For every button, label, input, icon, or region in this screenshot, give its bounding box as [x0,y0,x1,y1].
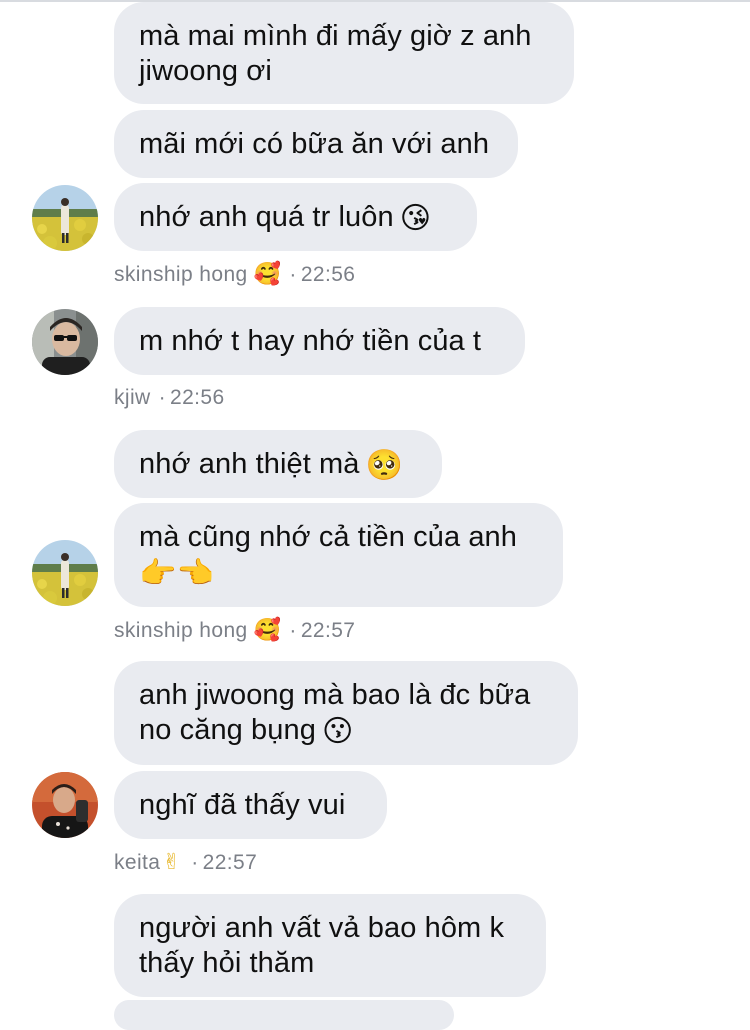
smiling-hearts-emoji-icon: 🥰 [253,262,282,287]
chat-thread[interactable]: mà mai mình đi mấy giờ z anh jiwoong ơi … [0,0,750,1030]
message-text: m nhớ t hay nhớ tiền của t [139,325,482,357]
message-text: mà cũng nhớ cả tiền của anh [139,521,518,553]
meta-separator: · [191,851,199,874]
pointing-fingers-emoji-icon: 👉👈 [139,556,214,591]
sender-name: skinship hong [114,619,248,642]
message-bubble[interactable]: nhớ anh quá tr luôn 😘 [114,183,477,251]
message-bubble[interactable]: mà cũng nhớ cả tiền của anh 👉👈 [114,503,563,607]
meta-separator: · [289,619,297,642]
message-time: 22:57 [300,619,356,642]
message-bubble[interactable]: nghĩ đã thấy vui [114,771,387,839]
message-text: mà mai mình đi mấy giờ z anh jiwoong ơi [139,20,532,87]
message-meta: skinship hong 🥰 · 22:57 [114,618,355,643]
message-bubble[interactable]: nhớ anh thiệt mà 🥺 [114,430,442,498]
message-meta: keita✌ · 22:57 [114,850,257,875]
avatar-photo-flower-field [32,185,98,251]
sender-name: keita [114,851,161,874]
message-bubble[interactable]: anh jiwoong mà bao là đc bữa no căng bụn… [114,661,578,765]
kissing-face-emoji-icon: 😗 [321,714,354,749]
avatar-skinship-hong[interactable] [32,185,98,251]
message-text: nghĩ đã thấy vui [139,789,346,821]
message-text: mãi mới có bữa ăn với anh [139,128,490,160]
avatar-keita[interactable] [32,772,98,838]
avatar-photo-sunglasses [32,309,98,375]
message-text: nhớ anh thiệt mà [139,448,360,480]
avatar-photo-selfie [32,772,98,838]
avatar-skinship-hong[interactable] [32,540,98,606]
message-bubble[interactable]: mà mai mình đi mấy giờ z anh jiwoong ơi [114,2,574,104]
message-text: người anh vất vả bao hôm k thấy hỏi thăm [139,912,505,979]
message-time: 22:57 [202,851,258,874]
victory-hand-emoji-icon: ✌ [162,850,182,875]
message-bubble[interactable]: m nhớ t hay nhớ tiền của t [114,307,525,375]
sender-name: skinship hong [114,263,248,286]
message-meta: kjiw · 22:56 [114,386,225,410]
message-time: 22:56 [300,263,356,286]
message-meta: skinship hong 🥰 · 22:56 [114,262,355,287]
message-bubble-partial[interactable] [114,1000,454,1030]
avatar-kjiw[interactable] [32,309,98,375]
message-time: 22:56 [170,386,225,409]
avatar-photo-flower-field [32,540,98,606]
message-text: nhớ anh quá tr luôn [139,201,394,233]
message-bubble[interactable]: mãi mới có bữa ăn với anh [114,110,518,178]
kissing-heart-emoji-icon: 😘 [399,201,432,236]
pleading-face-emoji-icon: 🥺 [365,448,403,483]
meta-separator: · [158,386,167,409]
sender-name: kjiw [114,386,151,409]
message-bubble[interactable]: người anh vất vả bao hôm k thấy hỏi thăm [114,894,546,997]
smiling-hearts-emoji-icon: 🥰 [253,618,282,643]
meta-separator: · [289,263,297,286]
